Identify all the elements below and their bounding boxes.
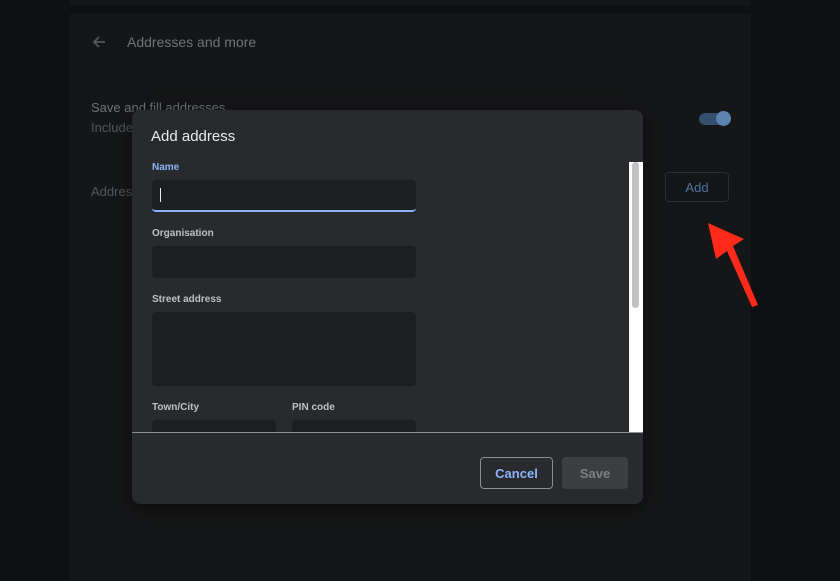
organisation-field[interactable] <box>152 246 416 278</box>
pin-code-field[interactable] <box>292 420 416 432</box>
scrollbar-thumb[interactable] <box>632 162 639 308</box>
red-arrow-pointer <box>708 223 758 307</box>
save-button[interactable]: Save <box>562 457 628 489</box>
dialog-divider <box>132 432 643 433</box>
back-arrow-icon[interactable] <box>90 33 108 51</box>
dialog-scroll-area[interactable]: Name Organisation Street address Town/Ci… <box>132 162 643 432</box>
text-caret <box>160 188 161 202</box>
toggle-knob <box>716 111 731 126</box>
cancel-button[interactable]: Cancel <box>480 457 553 489</box>
save-fill-subtitle: Include <box>91 120 133 135</box>
save-fill-toggle[interactable] <box>699 111 732 126</box>
add-address-dialog: Add address Name Organisation Street add… <box>132 110 643 504</box>
name-field[interactable] <box>152 180 416 212</box>
top-strip <box>70 0 751 6</box>
scrollbar[interactable] <box>629 162 643 432</box>
page-title: Addresses and more <box>127 34 257 50</box>
add-address-button[interactable]: Add <box>665 172 729 202</box>
addresses-label: Addres <box>91 184 133 199</box>
town-city-field[interactable] <box>152 420 276 432</box>
pin-code-label: PIN code <box>292 402 335 413</box>
street-address-label: Street address <box>152 294 222 305</box>
town-city-label: Town/City <box>152 402 200 413</box>
organisation-label: Organisation <box>152 228 214 239</box>
dialog-title: Add address <box>151 128 236 145</box>
street-address-field[interactable] <box>152 312 416 386</box>
name-label: Name <box>152 162 180 173</box>
